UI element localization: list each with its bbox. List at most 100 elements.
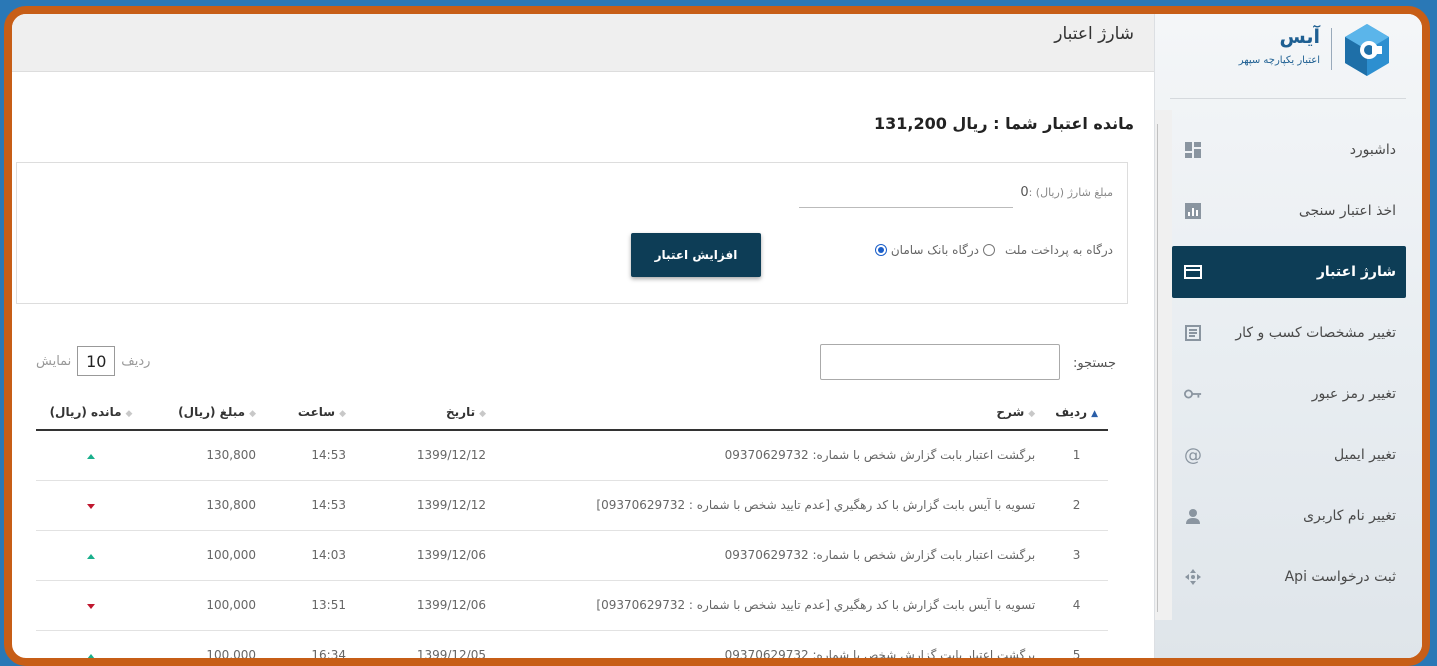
cell-time: 13:51 bbox=[266, 580, 356, 631]
cell-time: 14:03 bbox=[266, 530, 356, 581]
cell-date: 1399/12/05 bbox=[356, 630, 496, 658]
increase-credit-button[interactable]: افزایش اعتبار bbox=[631, 233, 761, 277]
brand-name: آیس bbox=[1279, 26, 1320, 48]
length-prefix: نمایش bbox=[36, 353, 72, 369]
page-title: شارژ اعتبار bbox=[1054, 24, 1134, 44]
logo-separator bbox=[1331, 28, 1332, 70]
cell-time: 14:53 bbox=[266, 480, 356, 531]
sidebar-item-dashboard[interactable]: داشبورد bbox=[1172, 124, 1406, 176]
sort-asc-icon: ▲ bbox=[1091, 408, 1098, 419]
sidebar-item-credit-check[interactable]: اخذ اعتبار سنجی bbox=[1172, 185, 1406, 237]
cell-row-number: 3 bbox=[1045, 530, 1108, 581]
column-header-row[interactable]: ▲ردیف bbox=[1045, 394, 1108, 431]
amount-label-text: مبلغ شارژ (ریال) : bbox=[1028, 186, 1113, 199]
column-header-amount[interactable]: ◆مبلغ (ریال) bbox=[146, 394, 266, 431]
sidebar-divider bbox=[1170, 98, 1406, 99]
document-icon bbox=[1184, 324, 1202, 342]
table-row[interactable]: 3 برگشت اعتبار بابت گزارش شخص با شماره: … bbox=[36, 530, 1108, 581]
cell-date: 1399/12/06 bbox=[356, 530, 496, 581]
cell-row-number: 2 bbox=[1045, 480, 1108, 531]
sort-icon: ◆ bbox=[339, 408, 346, 419]
sidebar-item-change-email[interactable]: @ تغییر ایمیل bbox=[1172, 429, 1406, 481]
sidebar-item-label: اخذ اعتبار سنجی bbox=[1298, 203, 1396, 219]
api-icon bbox=[1184, 568, 1202, 586]
logo-mark-icon bbox=[1345, 24, 1389, 76]
brand-tagline: اعتبار یکپارچه سپهر bbox=[1238, 55, 1320, 66]
brand-logo[interactable]: آیس اعتبار یکپارچه سپهر bbox=[1172, 20, 1392, 80]
sidebar-item-label: تغییر مشخصات کسب و کار bbox=[1235, 325, 1396, 341]
table-row[interactable]: 4 تسويه با آیس بابت گزارش با كد رهگيري [… bbox=[36, 580, 1108, 631]
cell-description: برگشت اعتبار بابت گزارش شخص با شماره: 09… bbox=[496, 530, 1046, 581]
column-header-description[interactable]: ◆شرح bbox=[496, 394, 1046, 431]
sidebar-item-label: داشبورد bbox=[1349, 142, 1396, 158]
cell-row-number: 4 bbox=[1045, 580, 1108, 631]
cell-remaining bbox=[36, 530, 146, 581]
cell-row-number: 5 bbox=[1045, 630, 1108, 658]
gateway-mellat-radio[interactable] bbox=[982, 244, 995, 256]
cell-description: برگشت اعتبار بابت گزارش شخص با شماره: 09… bbox=[496, 430, 1046, 481]
cell-time: 16:34 bbox=[266, 630, 356, 658]
gateway-saman-radio[interactable] bbox=[874, 244, 887, 256]
cell-description: تسويه با آیس بابت گزارش با كد رهگيري [عد… bbox=[496, 580, 1046, 631]
page-length-select[interactable]: 10 bbox=[77, 346, 116, 376]
sidebar-item-change-password[interactable]: تغییر رمز عبور bbox=[1172, 368, 1406, 420]
content-scrollbar[interactable] bbox=[1158, 110, 1172, 620]
trend-up-icon bbox=[87, 554, 95, 559]
sidebar: آیس اعتبار یکپارچه سپهر داشبورد اخذ اعتب… bbox=[1154, 14, 1422, 658]
app-frame: شارژ اعتبار آیس اعتبار یکپارچه سپهر داشب… bbox=[4, 6, 1430, 666]
column-header-date[interactable]: ◆تاریخ bbox=[356, 394, 496, 431]
sidebar-item-change-username[interactable]: تغییر نام کاربری bbox=[1172, 490, 1406, 542]
gateway-saman-label[interactable]: درگاه بانک سامان bbox=[891, 243, 979, 257]
page-length-control: ردیف 10 نمایش bbox=[36, 346, 150, 376]
cell-description: برگشت اعتبار بابت گزارش شخص با شماره: 09… bbox=[496, 630, 1046, 658]
amount-label: مبلغ شارژ (ریال) :0 bbox=[1020, 185, 1113, 200]
sidebar-item-label: تغییر نام کاربری bbox=[1303, 508, 1396, 524]
cell-amount: 130,800 bbox=[146, 480, 266, 531]
sidebar-item-label: تغییر ایمیل bbox=[1334, 447, 1396, 463]
sidebar-menu: داشبورد اخذ اعتبار سنجی شارژ اعتبار تغیی… bbox=[1172, 124, 1406, 612]
sort-icon: ◆ bbox=[249, 408, 256, 419]
sidebar-item-api-request[interactable]: ثبت درخواست Api bbox=[1172, 551, 1406, 603]
cell-remaining bbox=[36, 580, 146, 631]
gateway-options: درگاه بانک سامان درگاه به پرداخت ملت bbox=[874, 243, 1113, 257]
user-icon bbox=[1184, 507, 1202, 525]
amount-value[interactable]: 0 bbox=[1020, 185, 1028, 200]
cell-date: 1399/12/06 bbox=[356, 580, 496, 631]
credit-card-icon bbox=[1184, 263, 1202, 281]
cell-description: تسويه با آیس بابت گزارش با كد رهگيري [عد… bbox=[496, 480, 1046, 531]
cell-amount: 130,800 bbox=[146, 430, 266, 481]
cell-remaining bbox=[36, 630, 146, 658]
sort-icon: ◆ bbox=[479, 408, 486, 419]
cell-amount: 100,000 bbox=[146, 580, 266, 631]
amount-field-underline bbox=[799, 207, 1013, 208]
sidebar-item-label: ثبت درخواست Api bbox=[1284, 569, 1396, 585]
column-header-time[interactable]: ◆ساعت bbox=[266, 394, 356, 431]
search-label: جستجو: bbox=[1072, 356, 1116, 371]
sidebar-item-label: تغییر رمز عبور bbox=[1311, 386, 1396, 402]
dashboard-icon bbox=[1184, 141, 1202, 159]
trend-up-icon bbox=[87, 654, 95, 658]
chart-icon bbox=[1184, 202, 1202, 220]
charge-form: مبلغ شارژ (ریال) :0 درگاه بانک سامان درگ… bbox=[16, 162, 1128, 304]
search-input[interactable] bbox=[820, 344, 1060, 380]
table-row[interactable]: 2 تسويه با آیس بابت گزارش با كد رهگيري [… bbox=[36, 480, 1108, 531]
cell-date: 1399/12/12 bbox=[356, 430, 496, 481]
cell-amount: 100,000 bbox=[146, 530, 266, 581]
sort-icon: ◆ bbox=[125, 408, 133, 419]
length-suffix: ردیف bbox=[121, 353, 151, 369]
table-row[interactable]: 5 برگشت اعتبار بابت گزارش شخص با شماره: … bbox=[36, 630, 1108, 658]
table-header-row: ▲ردیف ◆شرح ◆تاریخ ◆ساعت ◆مبلغ (ریال) ◆ما… bbox=[36, 394, 1108, 431]
cell-amount: 100,000 bbox=[146, 630, 266, 658]
cell-date: 1399/12/12 bbox=[356, 480, 496, 531]
gateway-mellat-label[interactable]: درگاه به پرداخت ملت bbox=[1005, 243, 1113, 257]
sidebar-item-charge-credit[interactable]: شارژ اعتبار bbox=[1172, 246, 1406, 298]
at-icon: @ bbox=[1184, 444, 1202, 466]
sidebar-item-business-info[interactable]: تغییر مشخصات کسب و کار bbox=[1172, 307, 1406, 359]
cell-remaining bbox=[36, 480, 146, 531]
top-bar: شارژ اعتبار bbox=[12, 14, 1154, 72]
table-row[interactable]: 1 برگشت اعتبار بابت گزارش شخص با شماره: … bbox=[36, 430, 1108, 481]
transactions-table: ▲ردیف ◆شرح ◆تاریخ ◆ساعت ◆مبلغ (ریال) ◆ما… bbox=[36, 394, 1108, 658]
column-header-remaining[interactable]: ◆مانده (ریال) bbox=[36, 394, 146, 431]
credit-balance: مانده اعتبار شما : ریال 131,200 bbox=[873, 114, 1134, 133]
trend-up-icon bbox=[87, 454, 95, 460]
